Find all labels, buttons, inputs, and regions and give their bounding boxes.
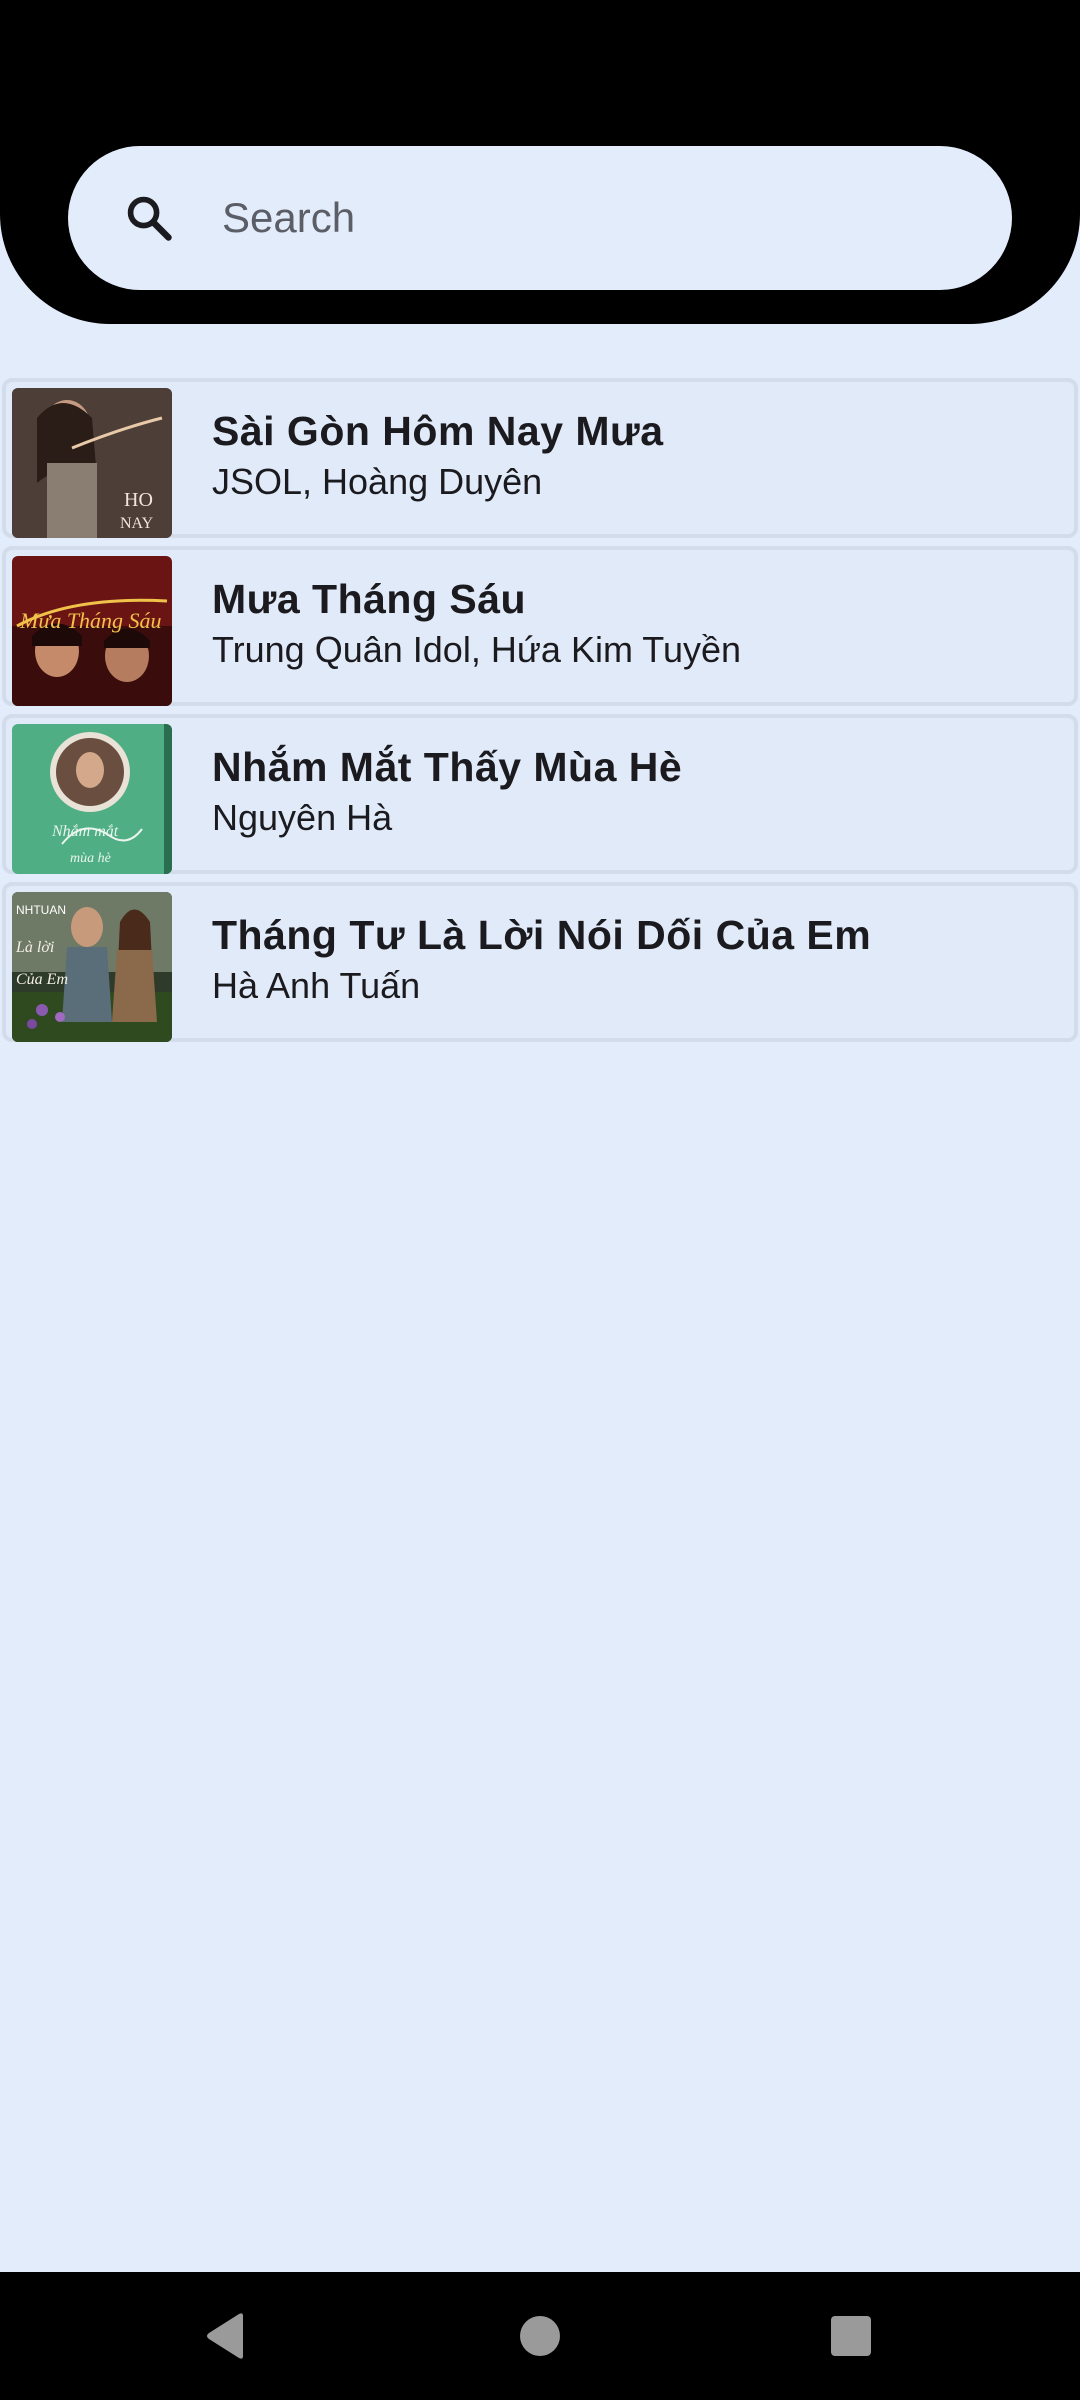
album-art-thumbnail: Mưa Tháng Sáu: [12, 556, 172, 706]
svg-text:Mưa Tháng Sáu: Mưa Tháng Sáu: [19, 608, 162, 633]
song-list-item[interactable]: Nhắm mắt mùa hè Nhắm Mắt Thấy Mùa Hè Ngu…: [2, 714, 1078, 874]
song-list-item[interactable]: Mưa Tháng Sáu Mưa Tháng Sáu Trung Quân I…: [2, 546, 1078, 706]
top-app-bar: [0, 0, 1080, 324]
song-title: Nhắm Mắt Thấy Mùa Hè: [212, 744, 683, 790]
back-icon[interactable]: [180, 2272, 270, 2400]
song-title: Sài Gòn Hôm Nay Mưa: [212, 408, 664, 454]
song-title: Tháng Tư Là Lời Nói Dối Của Em: [212, 912, 872, 958]
svg-text:Là lời: Là lời: [15, 939, 54, 956]
svg-text:Của Em: Của Em: [16, 971, 68, 988]
recents-icon[interactable]: [806, 2272, 896, 2400]
search-input[interactable]: [222, 178, 942, 258]
album-art-thumbnail: Nhắm mắt mùa hè: [12, 724, 172, 874]
svg-text:mùa hè: mùa hè: [70, 851, 111, 866]
svg-text:HO: HO: [124, 489, 153, 511]
album-art-thumbnail: NHTUAN Là lời Của Em: [12, 892, 172, 1042]
song-artist: Hà Anh Tuấn: [212, 965, 421, 1006]
song-title: Mưa Tháng Sáu: [212, 576, 527, 622]
svg-text:NAY: NAY: [120, 515, 154, 532]
system-navigation-bar: [0, 2272, 1080, 2400]
song-list-item[interactable]: NHTUAN Là lời Của Em Tháng Tư Là Lời Nói…: [2, 882, 1078, 1042]
album-art-thumbnail: HO NAY: [12, 388, 172, 538]
search-icon[interactable]: [118, 187, 180, 249]
song-artist: Nguyên Hà: [212, 797, 393, 838]
search-bar[interactable]: [68, 146, 1012, 290]
song-artist: JSOL, Hoàng Duyên: [212, 461, 543, 502]
home-icon[interactable]: [495, 2272, 585, 2400]
svg-text:NHTUAN: NHTUAN: [16, 903, 66, 917]
song-artist: Trung Quân Idol, Hứa Kim Tuyền: [212, 629, 742, 670]
svg-text:Nhắm mắt: Nhắm mắt: [51, 823, 119, 840]
song-list: HO NAY Sài Gòn Hôm Nay Mưa JSOL, Hoàng D…: [0, 378, 1080, 1050]
song-list-item[interactable]: HO NAY Sài Gòn Hôm Nay Mưa JSOL, Hoàng D…: [2, 378, 1078, 538]
